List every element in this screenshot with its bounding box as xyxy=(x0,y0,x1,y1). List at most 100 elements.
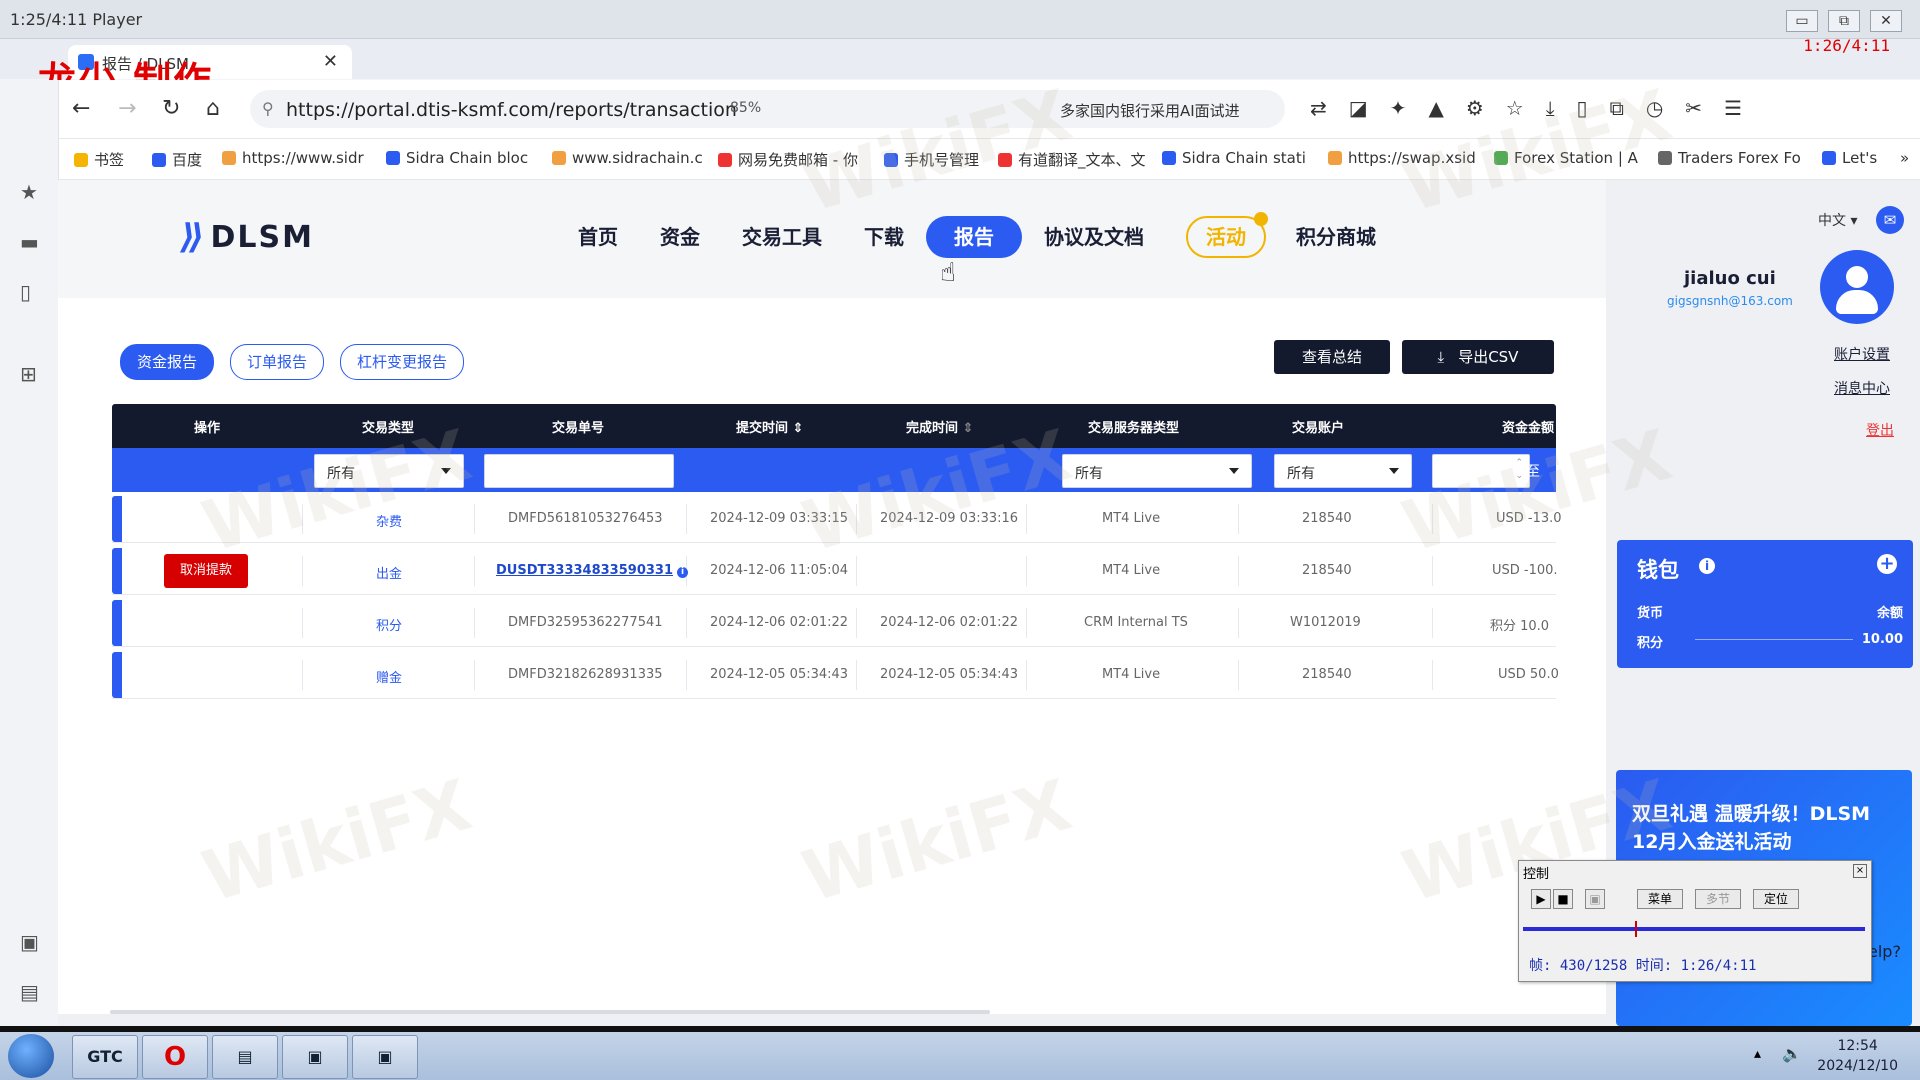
horizontal-scrollbar[interactable] xyxy=(110,1010,990,1014)
more-bookmarks-icon[interactable]: » xyxy=(1900,149,1909,167)
col-submit-time[interactable]: 提交时间 ⇕ xyxy=(736,417,803,436)
pdf-extension-icon[interactable]: ▲ xyxy=(1428,96,1443,120)
info-icon[interactable]: i xyxy=(677,567,689,578)
server-filter-select[interactable]: 所有 xyxy=(1062,454,1252,488)
account-settings-link[interactable]: 账户设置 xyxy=(1834,344,1890,364)
nav-download[interactable]: 下载 xyxy=(864,216,904,258)
address-bar[interactable]: ⚲ https://portal.dtis-ksmf.com/reports/t… xyxy=(250,90,1285,128)
taskbar-gtc[interactable]: GTC xyxy=(72,1035,138,1079)
menu-icon[interactable]: ☰ xyxy=(1724,96,1742,120)
bookmark-item[interactable]: Let's xyxy=(1822,149,1877,167)
bookmark-item[interactable]: 百度 xyxy=(152,149,202,170)
back-icon[interactable]: ← xyxy=(72,96,90,121)
language-select[interactable]: 中文 ▾ xyxy=(1818,210,1857,230)
col-account: 交易账户 xyxy=(1292,421,1345,436)
seek-handle[interactable] xyxy=(1635,921,1637,937)
start-button[interactable] xyxy=(8,1034,54,1078)
favorites-sidebar-icon[interactable]: ★ xyxy=(20,180,38,204)
sort-icon[interactable]: ⇕ xyxy=(793,421,804,436)
sort-icon[interactable]: ⇕ xyxy=(963,421,974,436)
bookmark-item[interactable]: https://swap.xsid xyxy=(1328,149,1476,167)
tray-arrow-icon[interactable]: ▴ xyxy=(1754,1046,1761,1062)
help-text[interactable]: elp? xyxy=(1868,942,1901,961)
folder-icon[interactable]: ▬ xyxy=(20,230,39,254)
type-filter-select[interactable]: 所有 xyxy=(314,454,464,488)
account-filter-select[interactable]: 所有 xyxy=(1274,454,1412,488)
locate-button[interactable]: 定位 xyxy=(1753,889,1799,909)
nav-funds[interactable]: 资金 xyxy=(660,216,700,258)
url-text[interactable]: https://portal.dtis-ksmf.com/reports/tra… xyxy=(286,99,737,121)
add-wallet-icon[interactable]: + xyxy=(1877,554,1897,574)
row-id-link[interactable]: DUSDT33334833590331 i xyxy=(496,563,689,578)
minimize-button[interactable]: ▭ xyxy=(1786,10,1818,32)
avatar[interactable] xyxy=(1820,250,1894,324)
taskbar-player-2[interactable]: ▣ xyxy=(352,1035,418,1079)
nav-points-mall[interactable]: 积分商城 xyxy=(1296,216,1376,258)
id-filter-input[interactable] xyxy=(484,454,674,488)
amount-min-input[interactable]: ⌃ ⌄ xyxy=(1432,454,1530,488)
news-ticker[interactable]: 多家国内银行采用AI面试进 xyxy=(1060,100,1240,121)
briefcase-icon[interactable]: ▤ xyxy=(20,980,39,1004)
bookmark-item[interactable]: 手机号管理 xyxy=(884,149,979,170)
nav-agreements[interactable]: 协议及文档 xyxy=(1044,216,1144,258)
cancel-withdrawal-button[interactable]: 取消提款 xyxy=(164,554,248,588)
mail-icon[interactable]: ✉ xyxy=(1876,206,1904,234)
restore-button[interactable]: ⧉ xyxy=(1828,10,1860,32)
reload-icon[interactable]: ↻ xyxy=(162,96,180,121)
bookmark-item[interactable]: 有道翻译_文本、文 xyxy=(998,149,1146,170)
bookmark-item[interactable]: Forex Station | A xyxy=(1494,149,1638,167)
play-icon[interactable]: ▶ xyxy=(1531,889,1551,909)
mobile-icon[interactable]: ▯ xyxy=(20,280,31,304)
tab-close-icon[interactable]: ✕ xyxy=(323,51,338,72)
zoom-level[interactable]: 85% xyxy=(730,100,761,116)
seek-track[interactable] xyxy=(1523,927,1865,931)
taskbar-app[interactable]: ▤ xyxy=(212,1035,278,1079)
clock[interactable]: 12:54 2024/12/10 xyxy=(1817,1036,1898,1076)
export-csv-button[interactable]: ⤓ 导出CSV xyxy=(1402,340,1554,374)
tabs-icon[interactable]: ⧉ xyxy=(1610,96,1624,120)
stepper-icon[interactable]: ⌃ ⌄ xyxy=(1515,457,1523,483)
bookmark-item[interactable]: 网易免费邮箱 - 你 xyxy=(718,149,858,170)
forward-icon[interactable]: → xyxy=(118,96,136,121)
logout-link[interactable]: 登出 xyxy=(1866,420,1894,440)
taskbar-player[interactable]: ▣ xyxy=(282,1035,348,1079)
chart-extension-icon[interactable]: ◪ xyxy=(1349,96,1368,120)
dlsm-logo[interactable]: ⟫ DLSM xyxy=(176,217,314,257)
bookmark-item[interactable]: Sidra Chain stati xyxy=(1162,149,1306,167)
nav-activities[interactable]: 活动 xyxy=(1186,212,1268,258)
stop-icon[interactable]: ■ xyxy=(1553,889,1573,909)
menu-button[interactable]: 菜单 xyxy=(1637,889,1683,909)
bookmark-item[interactable]: www.sidrachain.c xyxy=(552,149,703,167)
collection-icon[interactable]: ▣ xyxy=(20,930,39,954)
col-complete-time[interactable]: 完成时间 ⇕ xyxy=(906,417,973,436)
close-icon[interactable]: × xyxy=(1853,864,1867,878)
message-center-link[interactable]: 消息中心 xyxy=(1834,378,1890,398)
frame-icon[interactable]: ▣ xyxy=(1585,889,1605,909)
tab-funds-report[interactable]: 资金报告 xyxy=(120,344,215,380)
info-icon[interactable]: i xyxy=(1699,558,1715,574)
bookmark-item[interactable]: 书签 xyxy=(74,149,124,170)
download-icon[interactable]: ⤓ xyxy=(1546,96,1555,120)
bookmark-item[interactable]: Traders Forex Fo xyxy=(1658,149,1801,167)
nav-trading-tools[interactable]: 交易工具 xyxy=(742,216,822,258)
nav-reports[interactable]: 报告 xyxy=(926,216,1022,258)
view-summary-button[interactable]: 查看总结 xyxy=(1274,340,1390,374)
volume-icon[interactable]: 🔈 xyxy=(1782,1044,1802,1063)
multi-button[interactable]: 多节 xyxy=(1695,889,1741,909)
bookmark-item[interactable]: Sidra Chain bloc xyxy=(386,149,528,167)
taskbar-opera[interactable]: O xyxy=(142,1035,208,1079)
nav-home[interactable]: 首页 xyxy=(578,216,618,258)
home-icon[interactable]: ⌂ xyxy=(206,96,220,121)
tab-leverage-report[interactable]: 杠杆变更报告 xyxy=(340,344,465,380)
favorites-icon[interactable]: ☆ xyxy=(1506,96,1524,120)
close-button[interactable]: ✕ xyxy=(1870,10,1902,32)
phone-icon[interactable]: ▯ xyxy=(1577,96,1588,120)
tab-order-report[interactable]: 订单报告 xyxy=(230,344,325,380)
add-panel-icon[interactable]: ⊞ xyxy=(20,362,37,386)
ai-extension-icon[interactable]: ✦ xyxy=(1390,96,1407,120)
bookmark-item[interactable]: https://www.sidr xyxy=(222,149,364,167)
cut-icon[interactable]: ✂ xyxy=(1685,96,1702,120)
translate-icon[interactable]: ⇄ xyxy=(1310,96,1327,120)
history-icon[interactable]: ◷ xyxy=(1646,96,1663,120)
extensions-icon[interactable]: ⚙ xyxy=(1466,96,1484,120)
